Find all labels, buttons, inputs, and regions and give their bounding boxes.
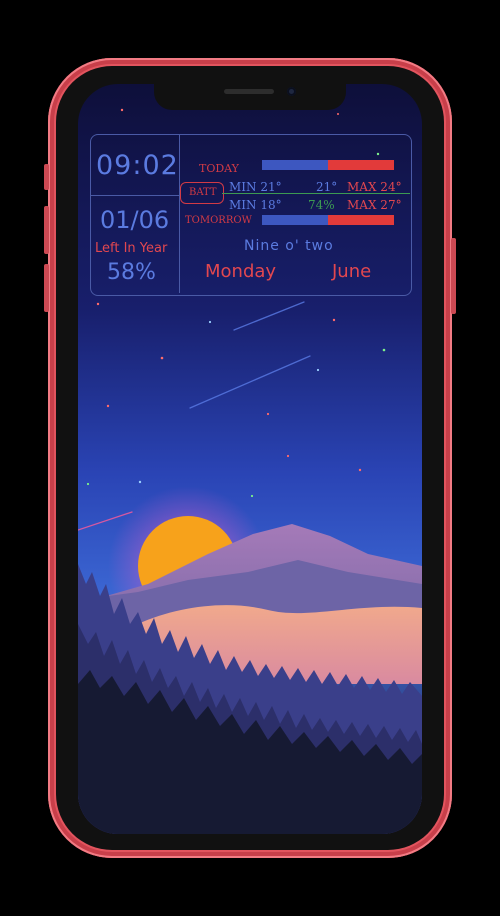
volume-down-button bbox=[44, 264, 49, 312]
earpiece-speaker bbox=[224, 89, 274, 94]
widget-divider-horizontal bbox=[91, 195, 179, 196]
front-camera bbox=[287, 87, 296, 96]
tomorrow-temp-bar-red bbox=[328, 215, 394, 225]
date-label: 01/06 bbox=[100, 206, 170, 234]
day-name: Monday bbox=[205, 261, 277, 282]
today-max-temp: MAX 24° bbox=[347, 180, 402, 194]
today-temp-bar-blue bbox=[262, 160, 328, 170]
clock-time: 09:02 bbox=[96, 150, 179, 181]
battery-label: BATT bbox=[189, 187, 217, 198]
tomorrow-label: TOMORROW bbox=[185, 215, 252, 226]
month-name: June bbox=[332, 261, 372, 282]
battery-level-line bbox=[222, 193, 410, 194]
tomorrow-temp-bar-blue bbox=[262, 215, 328, 225]
tomorrow-min-temp: MIN 18° bbox=[229, 198, 282, 212]
silent-switch bbox=[44, 164, 49, 190]
left-in-year-label: Left In Year bbox=[95, 241, 168, 256]
current-temp: 21° bbox=[316, 180, 338, 194]
notch bbox=[154, 84, 346, 110]
today-temp-bar-red bbox=[328, 160, 394, 170]
today-label: TODAY bbox=[199, 162, 239, 175]
power-button bbox=[451, 238, 456, 314]
widget-divider-vertical bbox=[179, 135, 180, 293]
left-in-year-percent: 58% bbox=[107, 260, 156, 285]
today-min-temp: MIN 21° bbox=[229, 180, 282, 194]
volume-up-button bbox=[44, 206, 49, 254]
battery-percent: 74% bbox=[308, 198, 335, 212]
tomorrow-max-temp: MAX 27° bbox=[347, 198, 402, 212]
time-in-words: Nine o' two bbox=[244, 238, 334, 254]
